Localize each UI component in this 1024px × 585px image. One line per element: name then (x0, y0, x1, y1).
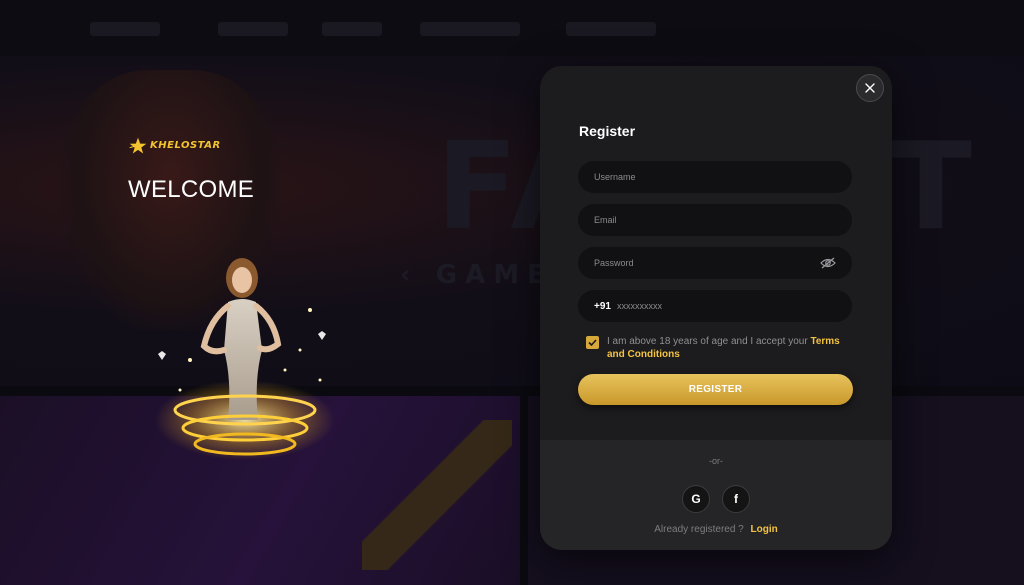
google-login-button[interactable]: G (682, 485, 710, 513)
already-registered-row: Already registered ? Login (540, 524, 892, 535)
close-icon (865, 83, 875, 93)
modal-title: Register (579, 123, 636, 139)
background-nav (0, 0, 1024, 56)
phone-input[interactable] (616, 301, 836, 311)
or-divider: -or- (709, 456, 723, 466)
password-field-wrapper (578, 247, 852, 279)
welcome-heading: WELCOME (128, 176, 255, 203)
terms-text-block: I am above 18 years of age and I accept … (607, 335, 856, 361)
brand-logo-text: KHELOSTAR (150, 140, 221, 151)
terms-row: I am above 18 years of age and I accept … (586, 335, 856, 361)
brand-logo: KHELOSTAR (128, 136, 221, 156)
eye-off-icon[interactable] (820, 257, 836, 269)
checkmark-icon (588, 339, 597, 346)
facebook-icon: f (734, 492, 738, 506)
google-icon: G (691, 492, 701, 506)
star-logo-icon (129, 137, 147, 154)
phone-country-code[interactable]: +91 (594, 301, 611, 312)
terms-checkbox[interactable] (586, 336, 599, 349)
register-button[interactable]: REGISTER (578, 374, 853, 405)
background-banner-subtext: ‹ GAME (400, 260, 553, 290)
register-modal: Register +91 I am above 18 years of age … (540, 66, 892, 550)
username-input[interactable] (594, 172, 836, 182)
email-field-wrapper (578, 204, 852, 236)
already-registered-text: Already registered ? (654, 524, 744, 535)
social-login-section: -or- G f Already registered ? Login (540, 440, 892, 550)
close-button[interactable] (856, 74, 884, 102)
password-input[interactable] (594, 258, 820, 268)
terms-text: I am above 18 years of age and I accept … (607, 336, 808, 347)
email-input[interactable] (594, 215, 836, 225)
login-link[interactable]: Login (751, 524, 778, 535)
background-promo-graphic (362, 420, 512, 570)
facebook-login-button[interactable]: f (722, 485, 750, 513)
promo-model-illustration (155, 258, 335, 460)
phone-field-wrapper: +91 (578, 290, 852, 322)
background-banner-text-right: T FU (890, 118, 1024, 257)
username-field-wrapper (578, 161, 852, 193)
